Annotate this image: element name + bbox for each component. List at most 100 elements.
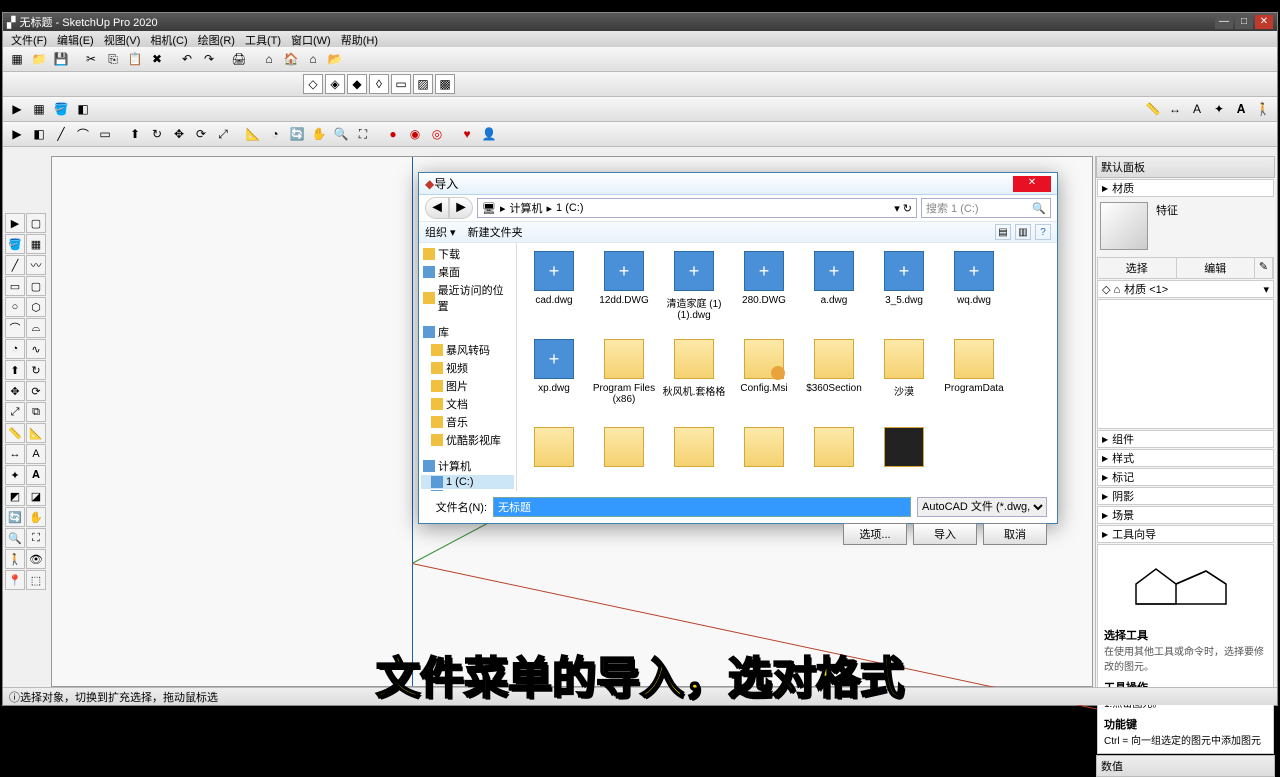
move-icon[interactable]: ✥ (169, 124, 189, 144)
eraser-icon[interactable]: ◧ (73, 99, 93, 119)
select2-icon[interactable]: ▶ (7, 124, 27, 144)
file-grid[interactable]: cad.dwg 12dd.DWG 清造家庭 (1)(1).dwg 280.DWG… (517, 243, 1057, 491)
forward-button[interactable]: ► (449, 197, 473, 219)
model-icon[interactable]: ⌂ (259, 49, 279, 69)
tree-lib-0[interactable]: 暴风转码 (421, 341, 514, 359)
file-item[interactable]: a.dwg (799, 249, 869, 337)
lt-prot-icon[interactable]: 📐 (26, 423, 46, 443)
eraser2-icon[interactable]: ◧ (29, 124, 49, 144)
style-hidden-icon[interactable]: ◈ (325, 74, 345, 94)
eyedrop-icon[interactable]: ✎ (1255, 258, 1273, 278)
style-mono-icon[interactable]: ▭ (391, 74, 411, 94)
lt-look-icon[interactable]: 👁 (26, 549, 46, 569)
options-button[interactable]: 选项... (843, 523, 907, 545)
lt-zoom-icon[interactable]: 🔍 (5, 528, 25, 548)
lt-bez-icon[interactable]: ∿ (26, 339, 46, 359)
tree-lib-5[interactable]: 优酷影视库 (421, 431, 514, 449)
menu-help[interactable]: 帮助(H) (337, 31, 382, 47)
lt-circle-icon[interactable]: ○ (5, 297, 25, 317)
tree-computer[interactable]: 计算机 (421, 457, 514, 475)
copy-icon[interactable]: ⎘ (103, 49, 123, 69)
lt-select-icon[interactable]: ▶ (5, 213, 25, 233)
tree-lib-4[interactable]: 音乐 (421, 413, 514, 431)
sec-instructor[interactable]: 工具向导 (1097, 525, 1274, 543)
tree-libraries[interactable]: 库 (421, 323, 514, 341)
new-icon[interactable]: ▦ (7, 49, 27, 69)
delete-icon[interactable]: ✖ (147, 49, 167, 69)
lt-axes-icon[interactable]: ✦ (5, 465, 25, 485)
lt-paint-icon[interactable]: 🪣 (5, 234, 25, 254)
menubar[interactable]: 文件(F) 编辑(E) 视图(V) 相机(C) 绘图(R) 工具(T) 窗口(W… (3, 31, 1277, 47)
protractor-icon[interactable]: ◔ (265, 124, 285, 144)
filetype-select[interactable]: AutoCAD 文件 (*.dwg, *.dxf) (917, 497, 1047, 517)
lt-pie-icon[interactable]: ◔ (5, 339, 25, 359)
undo-icon[interactable]: ↶ (177, 49, 197, 69)
folder-item[interactable]: Program Files (x86) (589, 337, 659, 425)
tree-downloads[interactable]: 下载 (421, 245, 514, 263)
tab-edit[interactable]: 编辑 (1177, 258, 1256, 278)
rotate-icon[interactable]: ⟳ (191, 124, 211, 144)
folder-item[interactable] (519, 425, 589, 491)
walk-icon[interactable]: 🚶 (1253, 99, 1273, 119)
tree-drive-d[interactable]: 2 (D:) (421, 489, 514, 491)
folder-item[interactable] (729, 425, 799, 491)
menu-draw[interactable]: 绘图(R) (194, 31, 239, 47)
user-icon[interactable]: 👤 (479, 124, 499, 144)
tree-lib-2[interactable]: 图片 (421, 377, 514, 395)
lt-arc-icon[interactable]: ⌒ (5, 318, 25, 338)
tree-drive-c[interactable]: 1 (C:) (421, 475, 514, 489)
print-icon[interactable]: 🖨 (229, 49, 249, 69)
import-button[interactable]: 导入 (913, 523, 977, 545)
material-list[interactable] (1097, 299, 1274, 429)
lt-follow-icon[interactable]: ↻ (26, 360, 46, 380)
maximize-button[interactable]: □ (1235, 15, 1253, 29)
folder-item[interactable]: 秋风机.套格格 (659, 337, 729, 425)
lt-pan-icon[interactable]: ✋ (26, 507, 46, 527)
minimize-button[interactable]: — (1215, 15, 1233, 29)
axes-icon[interactable]: ✦ (1209, 99, 1229, 119)
redo-icon[interactable]: ↷ (199, 49, 219, 69)
lt-comp-icon[interactable]: ▦ (26, 234, 46, 254)
arc-icon[interactable]: ⌒ (73, 124, 93, 144)
3dtext-icon[interactable]: 𝐀 (1231, 99, 1251, 119)
sec-shadows[interactable]: 阴影 (1097, 487, 1274, 505)
sec-components[interactable]: 组件 (1097, 430, 1274, 448)
heart-icon[interactable]: ♥ (457, 124, 477, 144)
lt-poly-icon[interactable]: ⬡ (26, 297, 46, 317)
red1-icon[interactable]: ● (383, 124, 403, 144)
house-icon[interactable]: ⌂ (303, 49, 323, 69)
organize-menu[interactable]: 组织 ▾ (425, 224, 456, 240)
file-item[interactable]: 清造家庭 (1)(1).dwg (659, 249, 729, 337)
follow-icon[interactable]: ↻ (147, 124, 167, 144)
style-xray-icon[interactable]: ◊ (369, 74, 389, 94)
red3-icon[interactable]: ◎ (427, 124, 447, 144)
sec-styles[interactable]: 样式 (1097, 449, 1274, 467)
lt-walk-icon[interactable]: 🚶 (5, 549, 25, 569)
back-button[interactable]: ◄ (425, 197, 449, 219)
folder-icon[interactable]: 📂 (325, 49, 345, 69)
sec-tags[interactable]: 标记 (1097, 468, 1274, 486)
lt-scale-icon[interactable]: ⤢ (5, 402, 25, 422)
lt-rrect-icon[interactable]: ▢ (26, 276, 46, 296)
lt-rect-icon[interactable]: ▭ (5, 276, 25, 296)
folder-item[interactable]: ProgramData (939, 337, 1009, 425)
menu-file[interactable]: 文件(F) (7, 31, 51, 47)
tape-icon[interactable]: 📐 (243, 124, 263, 144)
filename-input[interactable] (493, 497, 911, 517)
file-item[interactable]: wq.dwg (939, 249, 1009, 337)
paste-icon[interactable]: 📋 (125, 49, 145, 69)
style-shaded-icon[interactable]: ◆ (347, 74, 367, 94)
menu-window[interactable]: 窗口(W) (287, 31, 335, 47)
lt-pos-icon[interactable]: 📍 (5, 570, 25, 590)
lt-sect-icon[interactable]: ◩ (5, 486, 25, 506)
lt-offset-icon[interactable]: ⧉ (26, 402, 46, 422)
sec-scenes[interactable]: 场景 (1097, 506, 1274, 524)
home-icon[interactable]: 🏠 (281, 49, 301, 69)
view-mode-button[interactable]: ▤ (995, 224, 1011, 240)
folder-item[interactable]: $360Section (799, 337, 869, 425)
lt-extra-icon[interactable]: ⬚ (26, 570, 46, 590)
open-icon[interactable]: 📁 (29, 49, 49, 69)
cut-icon[interactable]: ✂ (81, 49, 101, 69)
help-button[interactable]: ? (1035, 224, 1051, 240)
lt-rot-icon[interactable]: ⟳ (26, 381, 46, 401)
